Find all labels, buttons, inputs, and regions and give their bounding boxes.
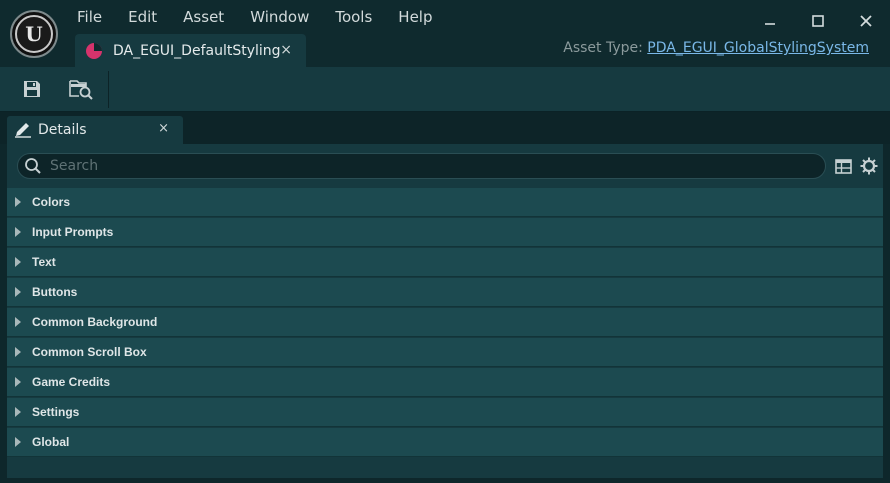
asset-tab-label: DA_EGUI_DefaultStyling: [113, 42, 281, 59]
details-tab[interactable]: Details ×: [7, 116, 183, 144]
close-window-button[interactable]: [842, 6, 890, 36]
category-list: Colors Input Prompts Text Buttons Common…: [7, 188, 883, 458]
gear-icon: [860, 157, 878, 175]
category-common-scroll-box[interactable]: Common Scroll Box: [7, 338, 883, 367]
menu-tools[interactable]: Tools: [322, 6, 385, 28]
expand-arrow-icon: [15, 197, 21, 207]
menu-edit[interactable]: Edit: [115, 6, 170, 28]
category-text[interactable]: Text: [7, 248, 883, 277]
property-matrix-button[interactable]: [833, 156, 853, 176]
category-label: Input Prompts: [32, 225, 114, 239]
title-bar: U File Edit Asset Window Tools Help DA_E…: [0, 0, 890, 67]
category-game-credits[interactable]: Game Credits: [7, 368, 883, 397]
minimize-icon: [765, 23, 775, 25]
asset-tab-close-button[interactable]: ×: [280, 42, 292, 58]
details-search-row: [7, 144, 883, 188]
expand-arrow-icon: [15, 377, 21, 387]
unreal-logo-icon[interactable]: U: [10, 10, 58, 58]
expand-arrow-icon: [15, 257, 21, 267]
data-asset-pie-icon: [86, 42, 102, 59]
expand-arrow-icon: [15, 287, 21, 297]
category-label: Text: [32, 255, 56, 269]
asset-toolbar: [0, 67, 890, 112]
category-settings[interactable]: Settings: [7, 398, 883, 427]
details-search-box[interactable]: [17, 153, 826, 179]
expand-arrow-icon: [15, 227, 21, 237]
editor-window: U File Edit Asset Window Tools Help DA_E…: [0, 0, 890, 483]
pencil-icon: [15, 123, 31, 138]
category-buttons[interactable]: Buttons: [7, 278, 883, 307]
expand-arrow-icon: [15, 407, 21, 417]
save-icon: [24, 81, 40, 97]
details-tab-close-button[interactable]: ×: [158, 121, 169, 136]
toolbar-separator: [108, 71, 109, 108]
category-label: Common Scroll Box: [32, 345, 147, 359]
category-label: Global: [32, 435, 70, 449]
details-tab-label: Details: [38, 122, 87, 138]
category-global[interactable]: Global: [7, 428, 883, 457]
category-label: Game Credits: [32, 375, 111, 389]
expand-arrow-icon: [15, 437, 21, 447]
menu-window[interactable]: Window: [237, 6, 322, 28]
category-label: Colors: [32, 195, 71, 209]
maximize-icon: [812, 15, 824, 27]
category-common-background[interactable]: Common Background: [7, 308, 883, 337]
save-button[interactable]: [19, 76, 45, 102]
menu-file[interactable]: File: [64, 6, 115, 28]
expand-arrow-icon: [15, 347, 21, 357]
menu-asset[interactable]: Asset: [170, 6, 237, 28]
table-grid-icon: [834, 158, 852, 174]
details-panel: Colors Input Prompts Text Buttons Common…: [7, 144, 883, 478]
category-input-prompts[interactable]: Input Prompts: [7, 218, 883, 247]
maximize-button[interactable]: [794, 6, 842, 36]
category-colors[interactable]: Colors: [7, 188, 883, 217]
close-icon: [860, 15, 872, 27]
menu-help[interactable]: Help: [385, 6, 445, 28]
search-input[interactable]: [50, 158, 810, 174]
expand-arrow-icon: [15, 317, 21, 327]
browse-to-asset-button[interactable]: [67, 76, 95, 102]
menu-bar: File Edit Asset Window Tools Help: [64, 6, 446, 28]
details-tab-strip: Details ×: [0, 112, 890, 144]
category-label: Buttons: [32, 285, 78, 299]
category-label: Common Background: [32, 315, 158, 329]
search-icon: [25, 158, 41, 174]
browse-to-asset-icon: [69, 80, 93, 100]
asset-type-info: Asset Type: PDA_EGUI_GlobalStylingSystem: [563, 40, 869, 56]
asset-editor-tab[interactable]: DA_EGUI_DefaultStyling ×: [75, 34, 306, 67]
asset-type-label: Asset Type:: [563, 40, 643, 56]
minimize-button[interactable]: [746, 6, 794, 36]
category-label: Settings: [32, 405, 80, 419]
asset-type-link[interactable]: PDA_EGUI_GlobalStylingSystem: [647, 40, 869, 56]
settings-button[interactable]: [859, 156, 879, 176]
window-controls: [746, 6, 890, 36]
